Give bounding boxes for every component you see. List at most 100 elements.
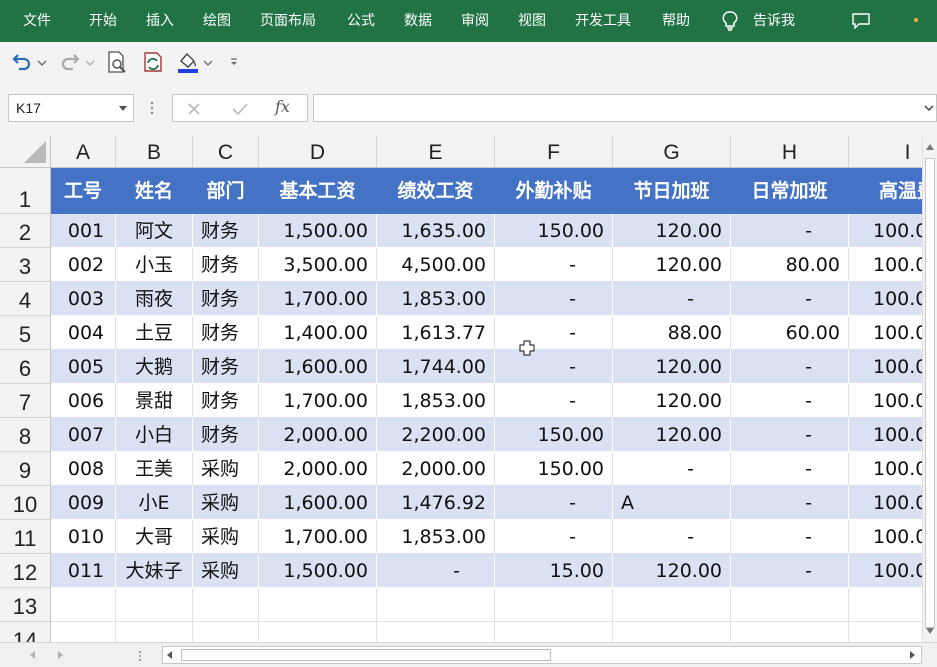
table-cell[interactable]: 150.00 <box>495 452 613 486</box>
empty-cell[interactable] <box>116 622 193 642</box>
undo-dropdown-icon[interactable] <box>37 50 47 74</box>
empty-cell[interactable] <box>613 588 731 622</box>
table-cell[interactable]: - <box>731 554 849 588</box>
undo-icon[interactable] <box>10 50 34 74</box>
customize-icon[interactable] <box>229 50 239 74</box>
table-cell[interactable]: - <box>495 282 613 316</box>
table-cell[interactable]: 大鹅 <box>116 350 193 384</box>
table-cell[interactable]: 财务 <box>193 248 259 282</box>
table-cell[interactable]: 1,400.00 <box>259 316 377 350</box>
empty-cell[interactable] <box>377 622 495 642</box>
table-cell[interactable]: - <box>613 282 731 316</box>
table-cell[interactable]: 雨夜 <box>116 282 193 316</box>
table-cell[interactable]: 60.00 <box>731 316 849 350</box>
table-cell[interactable]: 100.00 <box>849 316 922 350</box>
table-cell[interactable]: 120.00 <box>613 350 731 384</box>
refresh-icon[interactable] <box>142 50 164 74</box>
table-cell[interactable]: 88.00 <box>613 316 731 350</box>
scroll-thumb[interactable] <box>925 158 935 628</box>
table-cell[interactable]: 2,200.00 <box>377 418 495 452</box>
table-cell[interactable]: 2,000.00 <box>259 418 377 452</box>
header-cell[interactable]: 工号 <box>51 168 116 214</box>
horizontal-scrollbar[interactable] <box>162 646 922 664</box>
table-cell[interactable]: 2,000.00 <box>259 452 377 486</box>
table-cell[interactable]: - <box>731 214 849 248</box>
empty-cell[interactable] <box>849 588 922 622</box>
tab-split-handle-icon[interactable] <box>138 650 142 662</box>
table-cell[interactable]: 008 <box>51 452 116 486</box>
table-cell[interactable]: 大妹子 <box>116 554 193 588</box>
table-cell[interactable]: 120.00 <box>613 248 731 282</box>
table-cell[interactable]: 1,476.92 <box>377 486 495 520</box>
table-cell[interactable]: 小E <box>116 486 193 520</box>
prev-sheet-icon[interactable] <box>30 651 35 659</box>
empty-cell[interactable] <box>51 622 116 642</box>
table-cell[interactable]: 财务 <box>193 316 259 350</box>
table-cell[interactable]: 100.00 <box>849 350 922 384</box>
header-cell[interactable]: 绩效工资 <box>377 168 495 214</box>
table-cell[interactable]: 010 <box>51 520 116 554</box>
ribbon-tab[interactable]: 数据 <box>404 0 432 42</box>
table-cell[interactable]: - <box>495 248 613 282</box>
table-cell[interactable]: 100.00 <box>849 486 922 520</box>
table-cell[interactable]: 王美 <box>116 452 193 486</box>
table-cell[interactable]: - <box>495 350 613 384</box>
table-cell[interactable]: 100.00 <box>849 452 922 486</box>
comments-icon[interactable] <box>851 13 871 29</box>
table-cell[interactable]: 007 <box>51 418 116 452</box>
empty-cell[interactable] <box>259 622 377 642</box>
table-cell[interactable]: 1,613.77 <box>377 316 495 350</box>
header-cell[interactable]: 部门 <box>193 168 259 214</box>
table-cell[interactable]: 1,500.00 <box>259 554 377 588</box>
table-cell[interactable]: 财务 <box>193 384 259 418</box>
drag-handle-icon[interactable] <box>150 100 154 116</box>
table-cell[interactable]: 100.00 <box>849 214 922 248</box>
table-cell[interactable]: - <box>495 486 613 520</box>
table-cell[interactable]: 财务 <box>193 418 259 452</box>
table-cell[interactable]: 1,744.00 <box>377 350 495 384</box>
row-header[interactable]: 7 <box>0 384 51 418</box>
row-header[interactable]: 4 <box>0 282 51 316</box>
table-cell[interactable]: 采购 <box>193 520 259 554</box>
column-header[interactable]: C <box>193 136 259 168</box>
row-header[interactable]: 1 <box>0 168 51 214</box>
select-all-button[interactable] <box>0 136 51 168</box>
header-cell[interactable]: 高温费 <box>849 168 922 214</box>
row-header[interactable]: 3 <box>0 248 51 282</box>
empty-cell[interactable] <box>849 622 922 642</box>
table-cell[interactable]: - <box>731 282 849 316</box>
table-cell[interactable]: 002 <box>51 248 116 282</box>
table-cell[interactable]: 120.00 <box>613 214 731 248</box>
table-cell[interactable]: - <box>731 520 849 554</box>
ribbon-tab[interactable]: 开始 <box>89 0 117 42</box>
table-cell[interactable]: - <box>495 316 613 350</box>
header-cell[interactable]: 姓名 <box>116 168 193 214</box>
ribbon-tab[interactable]: 文件 <box>23 0 51 42</box>
table-cell[interactable]: 阿文 <box>116 214 193 248</box>
column-header[interactable]: G <box>613 136 731 168</box>
header-cell[interactable]: 日常加班 <box>731 168 849 214</box>
table-cell[interactable]: 80.00 <box>731 248 849 282</box>
table-cell[interactable]: 1,700.00 <box>259 384 377 418</box>
table-cell[interactable]: 150.00 <box>495 418 613 452</box>
table-cell[interactable]: - <box>731 486 849 520</box>
table-cell[interactable]: - <box>731 384 849 418</box>
empty-cell[interactable] <box>613 622 731 642</box>
table-cell[interactable]: - <box>377 554 495 588</box>
table-cell[interactable]: 120.00 <box>613 554 731 588</box>
header-cell[interactable]: 外勤补贴 <box>495 168 613 214</box>
table-cell[interactable]: 1,853.00 <box>377 282 495 316</box>
insert-function-button[interactable]: fx <box>275 97 290 116</box>
header-cell[interactable]: 节日加班 <box>613 168 731 214</box>
table-cell[interactable]: 1,500.00 <box>259 214 377 248</box>
row-header[interactable]: 12 <box>0 554 51 588</box>
empty-cell[interactable] <box>193 622 259 642</box>
table-cell[interactable]: 15.00 <box>495 554 613 588</box>
table-cell[interactable]: 001 <box>51 214 116 248</box>
table-cell[interactable]: 财务 <box>193 214 259 248</box>
print-preview-icon[interactable] <box>106 50 128 74</box>
table-cell[interactable]: 120.00 <box>613 418 731 452</box>
ribbon-tab[interactable]: 开发工具 <box>575 0 631 42</box>
table-cell[interactable]: 004 <box>51 316 116 350</box>
name-box[interactable]: K17 <box>8 94 134 122</box>
